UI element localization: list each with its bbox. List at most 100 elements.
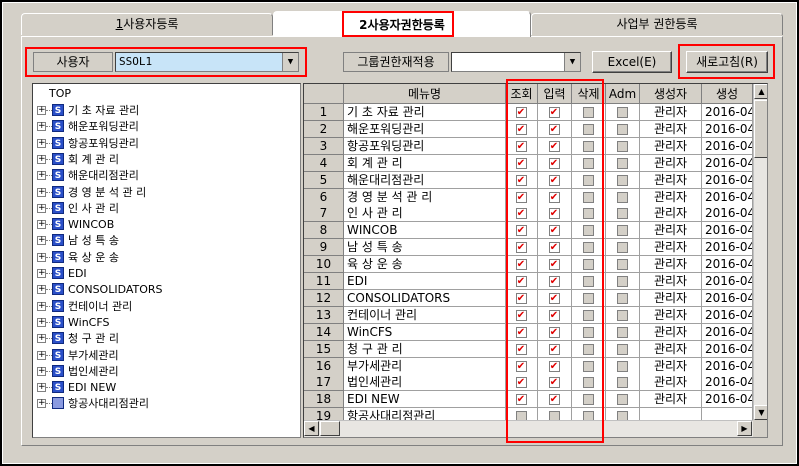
row-number-header[interactable]: [304, 84, 344, 104]
delete-checkbox[interactable]: [582, 208, 594, 220]
delete-checkbox[interactable]: [582, 360, 594, 372]
user-select[interactable]: SSOL1 ▼: [115, 52, 299, 72]
view-checkbox[interactable]: ✔: [515, 276, 527, 287]
menu-tree[interactable]: TOP + S 기 초 자료 관리 + S 해운포워딩관리 + S 항공포워딩관리 + S 회 계 관…: [32, 83, 301, 438]
delete-checkbox[interactable]: [582, 157, 594, 169]
view-checkbox[interactable]: ✔: [515, 107, 527, 118]
expand-icon[interactable]: +: [37, 383, 46, 393]
input-checkbox[interactable]: ✔: [548, 157, 560, 169]
view-checkbox[interactable]: ✔: [515, 259, 527, 271]
group-select[interactable]: ▼: [451, 52, 581, 72]
table-row[interactable]: 17 법인세관리 ✔ ✔ 관리자 2016-04: [304, 374, 767, 392]
admin-checkbox[interactable]: [616, 292, 628, 304]
view-checkbox[interactable]: ✔: [515, 174, 527, 186]
admin-checkbox[interactable]: [616, 107, 628, 118]
table-row[interactable]: 11 EDI ✔ ✔ 관리자 2016-04: [304, 273, 767, 290]
view-checkbox[interactable]: ✔: [515, 309, 527, 321]
view-checkbox[interactable]: ✔: [515, 394, 527, 406]
input-checkbox[interactable]: ✔: [548, 107, 560, 118]
expand-icon[interactable]: +: [37, 220, 46, 230]
creator-header[interactable]: 생성자: [640, 84, 702, 104]
input-checkbox[interactable]: ✔: [548, 309, 560, 321]
table-row[interactable]: 3 항공포워딩관리 ✔ ✔ 관리자 2016-04: [304, 137, 767, 155]
delete-checkbox[interactable]: [582, 107, 594, 118]
tab-user-register[interactable]: 1사용자등록: [21, 13, 273, 35]
view-checkbox[interactable]: ✔: [515, 208, 527, 220]
delete-checkbox[interactable]: [582, 174, 594, 186]
delete-checkbox[interactable]: [582, 259, 594, 271]
view-checkbox[interactable]: ✔: [515, 157, 527, 169]
delete-checkbox[interactable]: [582, 242, 594, 254]
expand-icon[interactable]: +: [37, 399, 46, 409]
view-checkbox[interactable]: ✔: [515, 326, 527, 338]
admin-checkbox[interactable]: [616, 360, 628, 372]
vertical-scroll-thumb[interactable]: [754, 100, 767, 158]
admin-checkbox[interactable]: [616, 191, 628, 203]
view-checkbox[interactable]: ✔: [515, 377, 527, 389]
chevron-down-icon[interactable]: ▼: [564, 53, 580, 71]
admin-checkbox[interactable]: [616, 123, 628, 135]
table-row[interactable]: 10 육 상 운 송 ✔ ✔ 관리자 2016-04: [304, 256, 767, 274]
vertical-scrollbar[interactable]: ▲ ▼: [753, 84, 767, 420]
admin-checkbox[interactable]: [616, 208, 628, 220]
expand-icon[interactable]: +: [37, 269, 46, 278]
delete-checkbox[interactable]: [582, 309, 594, 321]
admin-checkbox[interactable]: [616, 276, 628, 287]
input-checkbox[interactable]: ✔: [548, 394, 560, 406]
tab-division-permission[interactable]: 사업부 권한등록: [531, 13, 783, 35]
input-checkbox[interactable]: ✔: [548, 123, 560, 135]
table-row[interactable]: 15 청 구 관 리 ✔ ✔ 관리자 2016-04: [304, 340, 767, 358]
input-checkbox[interactable]: ✔: [548, 292, 560, 304]
expand-icon[interactable]: +: [37, 301, 46, 311]
delete-checkbox[interactable]: [582, 326, 594, 338]
admin-checkbox[interactable]: [616, 157, 628, 169]
table-row[interactable]: 18 EDI NEW ✔ ✔ 관리자 2016-04: [304, 391, 767, 409]
delete-header[interactable]: 삭제: [572, 84, 606, 104]
admin-checkbox[interactable]: [616, 140, 628, 152]
expand-icon[interactable]: +: [37, 154, 46, 164]
view-checkbox[interactable]: ✔: [515, 292, 527, 304]
expand-icon[interactable]: +: [37, 122, 46, 132]
expand-icon[interactable]: +: [37, 138, 46, 148]
input-checkbox[interactable]: ✔: [548, 225, 560, 237]
horizontal-scroll-thumb[interactable]: [320, 421, 340, 436]
admin-checkbox[interactable]: [616, 174, 628, 186]
permission-grid[interactable]: 메뉴명 조회 입력 삭제 Adm 생성자 생성 1기 초 자료 관리 ✔ ✔ 관리자 2016-04…: [303, 83, 768, 438]
input-checkbox[interactable]: ✔: [548, 360, 560, 372]
scroll-up-icon[interactable]: ▲: [754, 84, 767, 99]
input-checkbox[interactable]: ✔: [548, 140, 560, 152]
tab-user-permission[interactable]: 2사용자권한등록: [273, 11, 531, 37]
admin-checkbox[interactable]: [616, 242, 628, 254]
table-row[interactable]: 6경 영 분 석 관 리 ✔ ✔ 관리자 2016-04: [304, 188, 767, 206]
input-checkbox[interactable]: ✔: [548, 174, 560, 186]
table-row[interactable]: 13 컨테이너 관리 ✔ ✔ 관리자 2016-04: [304, 306, 767, 324]
admin-checkbox[interactable]: [616, 259, 628, 271]
admin-checkbox[interactable]: [616, 377, 628, 389]
refresh-button[interactable]: 새로고침(R): [686, 51, 768, 73]
excel-button[interactable]: Excel(E): [592, 51, 672, 73]
view-checkbox[interactable]: ✔: [515, 343, 527, 355]
expand-icon[interactable]: +: [37, 334, 46, 344]
table-row[interactable]: 7인 사 관 리 ✔ ✔ 관리자 2016-04: [304, 205, 767, 223]
scroll-right-icon[interactable]: ▶: [737, 421, 752, 436]
view-checkbox[interactable]: ✔: [515, 242, 527, 254]
view-checkbox[interactable]: ✔: [515, 225, 527, 237]
delete-checkbox[interactable]: [582, 123, 594, 135]
expand-icon[interactable]: +: [37, 106, 46, 115]
view-checkbox[interactable]: ✔: [515, 140, 527, 152]
table-row[interactable]: 1기 초 자료 관리 ✔ ✔ 관리자 2016-04: [304, 104, 767, 121]
table-row[interactable]: 9남 성 특 송 ✔ ✔ 관리자 2016-04: [304, 239, 767, 257]
delete-checkbox[interactable]: [582, 191, 594, 203]
created-date-header[interactable]: 생성: [702, 84, 753, 104]
scroll-left-icon[interactable]: ◀: [304, 421, 319, 436]
delete-checkbox[interactable]: [582, 377, 594, 389]
expand-icon[interactable]: +: [37, 187, 46, 197]
admin-header[interactable]: Adm: [606, 84, 640, 104]
delete-checkbox[interactable]: [582, 394, 594, 406]
delete-checkbox[interactable]: [582, 140, 594, 152]
input-checkbox[interactable]: ✔: [548, 377, 560, 389]
input-checkbox[interactable]: ✔: [548, 208, 560, 220]
horizontal-scrollbar[interactable]: ◀ ▶: [304, 420, 753, 437]
expand-icon[interactable]: +: [37, 350, 46, 360]
input-header[interactable]: 입력: [538, 84, 572, 104]
